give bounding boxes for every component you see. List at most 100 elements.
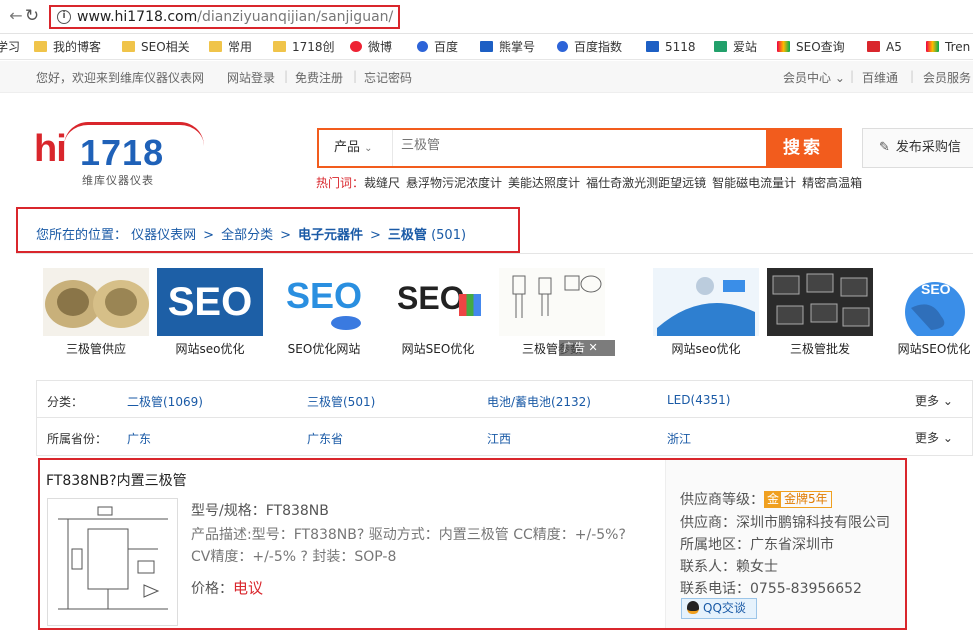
category-option[interactable]: 二极管(1069) [127,393,203,410]
supplier-info: 供应商等级：金金牌5年 供应商：深圳市鹏锦科技有限公司 所属地区：广东省深圳市 … [665,460,905,628]
bookmark-item[interactable]: SEO查询 [777,38,845,56]
ad-caption: 网站seo优化 [671,342,741,356]
mouse-icon [331,316,361,330]
hot-keywords: 热门词：裁缝尺 悬浮物污泥浓度计 美能达照度计 福仕奇激光测距望远镜 智能磁电流量计 精密… [316,174,868,191]
province-more-button[interactable]: 更多 ⌄ [915,429,953,446]
search-category-select[interactable]: 产品 ⌄ [319,130,393,166]
bookmark-item[interactable]: Tren [926,38,970,56]
bookmark-label: 百度指数 [574,40,623,54]
province-option[interactable]: 江西 [487,430,511,447]
logo-number: 1718 [80,132,165,173]
breadcrumb-all-categories-link[interactable]: 全部分类 [221,228,273,243]
google-icon [926,41,939,52]
province-option[interactable]: 广东省 [307,430,343,447]
ad-caption: 网站SEO优化 [897,342,971,356]
seo-globe-image: SEO [905,281,965,336]
supplier-name[interactable]: 供应商：深圳市鹏锦科技有限公司 [680,512,890,532]
hot-keyword[interactable]: 精密高温箱 [802,176,862,190]
bookmark-item[interactable]: 百度指数 [557,38,622,56]
ad-close-button[interactable]: 广告 ✕ [559,340,615,356]
search-input[interactable] [401,138,741,153]
bookmark-label: 我的博客 [53,40,102,54]
info-icon[interactable]: i [57,10,71,24]
seo-image: SEO [157,268,263,336]
price-value: 电议 [233,579,264,597]
bookmark-item[interactable]: 我的博客 [34,38,101,56]
logo-subtitle: 维库仪器仪表 [82,174,154,187]
bookmark-item[interactable]: 微博 [350,38,392,56]
member-service-link[interactable]: 会员服务 [923,69,971,86]
forgot-password-link[interactable]: 忘记密码 [364,69,412,86]
product-thumbnail[interactable] [47,498,178,626]
ad-banner[interactable]: 网站seo优化 [653,268,759,358]
bookmark-item[interactable]: 百度 [417,38,458,56]
hot-keyword[interactable]: 福仕奇激光测距望远镜 [586,176,706,190]
qq-label: QQ交谈 [703,601,746,615]
address-bar[interactable]: i www.hi1718.com/dianziyuanqijian/sanjig… [49,5,400,29]
breadcrumb-home-link[interactable]: 仪器仪表网 [131,228,196,243]
close-icon: ✕ [588,341,598,354]
ad-caption: 网站seo优化 [175,342,245,356]
divider: | [850,69,855,83]
chips-image [767,268,873,336]
ad-banner[interactable]: SEO 网站SEO优化 [881,268,973,358]
chevron-down-icon: ⌄ [942,394,953,408]
publish-purchase-button[interactable]: ✎ 发布采购信 [862,128,973,168]
supplier-level: 供应商等级：金金牌5年 [680,489,832,509]
bookmark-label: Tren [945,40,971,54]
ad-banner[interactable]: SEO SEO优化网站 [271,268,377,358]
more-label: 更多 [915,431,940,445]
bookmark-item[interactable]: 5118 [646,38,696,56]
ad-caption: 三极管批发 [789,342,850,356]
hot-keyword[interactable]: 智能磁电流量计 [712,176,796,190]
divider [16,253,973,254]
ad-banner[interactable]: SEO 网站seo优化 [157,268,263,358]
login-link[interactable]: 网站登录 [227,69,275,86]
bookmark-item[interactable]: 学习 [0,38,20,56]
site-logo[interactable]: hi 1718 维库仪器仪表 [34,122,204,188]
bookmark-item[interactable]: 爱站 [714,38,757,56]
province-option[interactable]: 广东 [127,430,151,447]
register-link[interactable]: 免费注册 [295,69,343,86]
bookmark-item[interactable]: 1718创 [273,38,335,56]
bookmark-item[interactable]: 熊掌号 [480,38,535,56]
seo-logo-text: SEO [285,275,363,316]
badge-text: 金牌5年 [784,492,828,506]
hot-keyword[interactable]: 悬浮物污泥浓度计 [406,176,502,190]
product-title[interactable]: FT838NB?内置三极管 [46,470,187,490]
gold-icon: 金 [765,492,782,507]
breadcrumb-separator: > [203,228,215,243]
baiweitong-link[interactable]: 百维通 [862,69,898,86]
bookmark-item[interactable]: 常用 [209,38,252,56]
url-text[interactable]: www.hi1718.com/dianziyuanqijian/sanjigua… [77,9,393,25]
category-option[interactable]: 电池/蓄电池(2132) [487,393,591,410]
category-more-button[interactable]: 更多 ⌄ [915,392,953,409]
category-option[interactable]: LED(4351) [667,393,730,407]
reload-icon[interactable]: ↻ [22,6,42,26]
browser-toolbar: ← ↻ i www.hi1718.com/dianziyuanqijian/sa… [0,0,973,34]
seo-globe-image: SEO [881,268,973,336]
ad-caption: 网站SEO优化 [401,342,475,356]
search-button[interactable]: 搜索 [766,130,840,166]
transistor-image [45,280,149,328]
hot-keyword[interactable]: 美能达照度计 [508,176,580,190]
supplier-region: 所属地区：广东省深圳市 [680,537,834,553]
member-center-menu[interactable]: 会员中心 ⌄ [783,69,845,86]
hot-keyword[interactable]: 裁缝尺 [364,176,400,190]
baidu-paw-icon [417,41,428,52]
chips-image [772,273,870,327]
province-option[interactable]: 浙江 [667,430,691,447]
breadcrumb: 您所在的位置： 仪器仪表网 > 全部分类 > 电子元器件 > 三极管 (501) [16,207,520,253]
breadcrumb-electronics-link[interactable]: 电子元器件 [298,228,363,243]
bookmark-item[interactable]: A5 [867,38,902,56]
ad-banner[interactable]: 三极管供应 [43,268,149,358]
bookmark-item[interactable]: SEO相关 [122,38,190,56]
folder-icon [122,41,135,52]
category-option[interactable]: 三极管(501) [307,393,375,410]
ad-banner[interactable]: SEO 网站SEO优化 [385,268,491,358]
ad-banner[interactable]: 三极管批发 [767,268,873,358]
hot-label: 热门词： [316,176,365,190]
qq-chat-button[interactable]: QQ交谈 [681,598,757,619]
bookmark-label: SEO查询 [796,40,845,54]
transistor-diagram-image [499,268,605,336]
